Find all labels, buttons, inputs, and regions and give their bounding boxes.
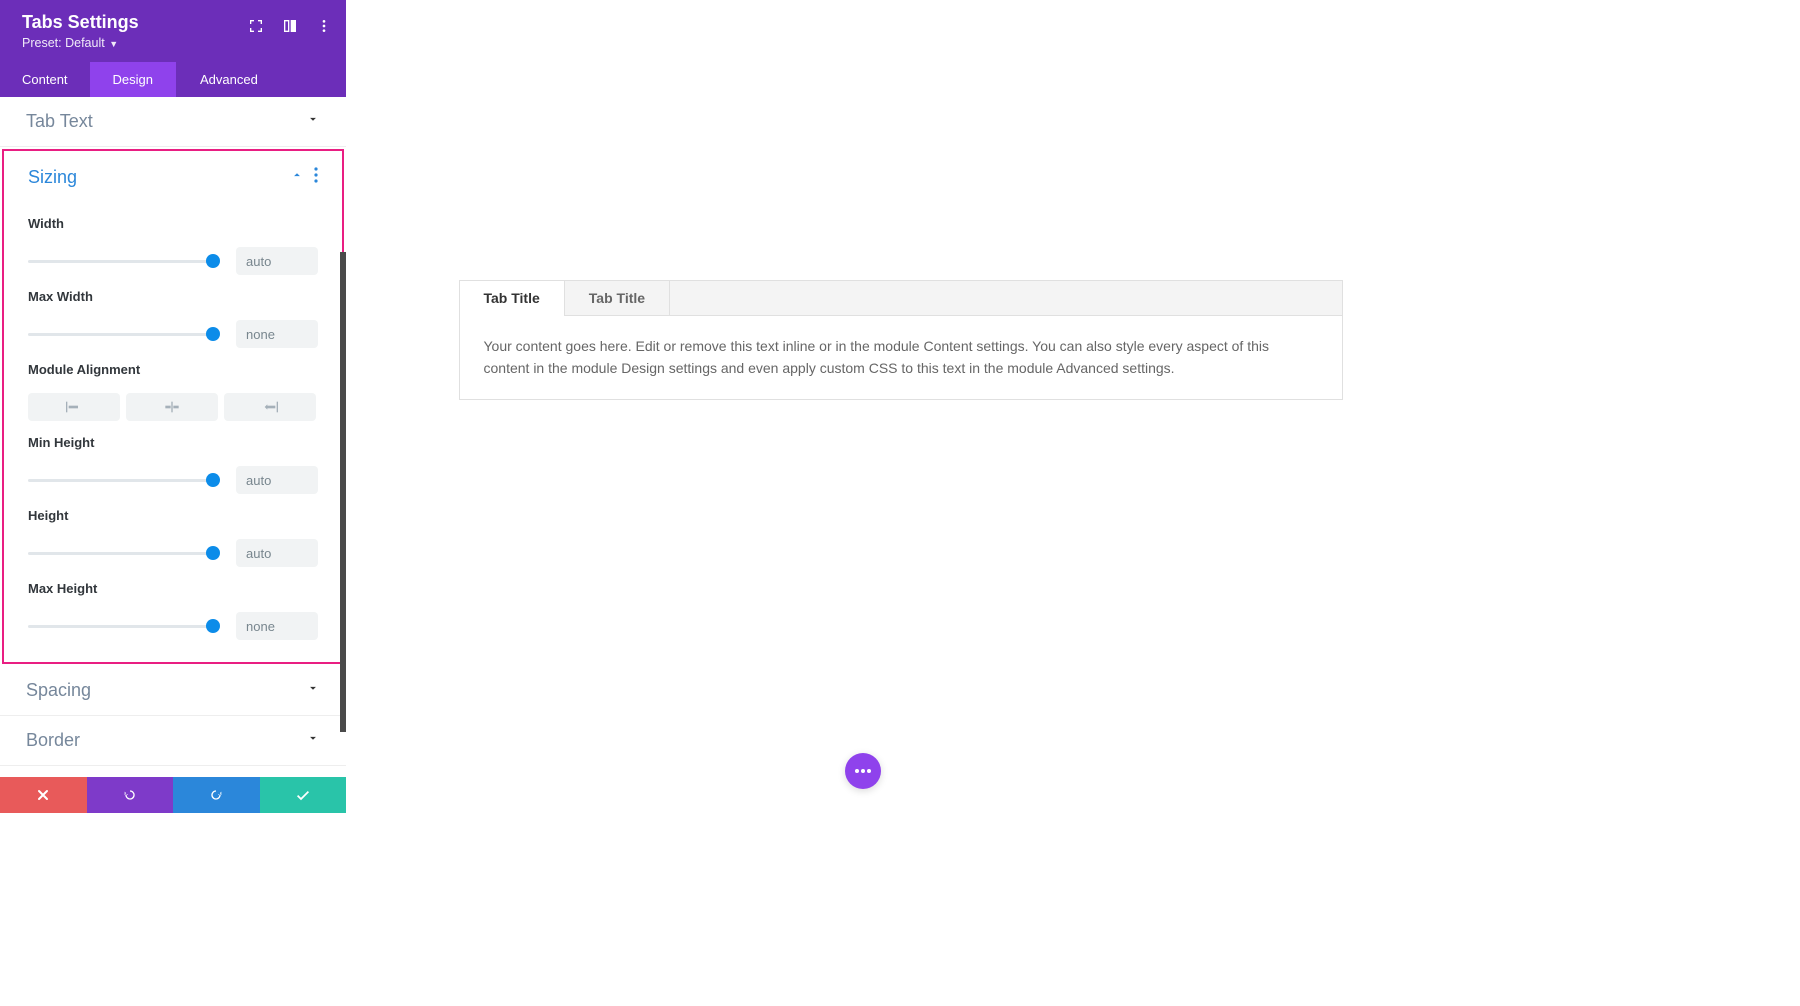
min-height-input[interactable]	[236, 466, 318, 494]
width-input[interactable]	[236, 247, 318, 275]
height-slider[interactable]	[28, 545, 214, 561]
panel-header: Tabs Settings Preset: Default ▼	[0, 0, 346, 62]
fab-more-button[interactable]	[845, 753, 881, 789]
max-height-slider[interactable]	[28, 618, 214, 634]
settings-panel: Tabs Settings Preset: Default ▼ Content …	[0, 0, 346, 813]
tab-design[interactable]: Design	[90, 62, 176, 97]
tabs-module: Tab Title Tab Title Your content goes he…	[459, 280, 1343, 400]
align-left-button[interactable]	[28, 393, 120, 421]
undo-button[interactable]	[87, 777, 174, 813]
align-center-button[interactable]	[126, 393, 218, 421]
preview-tab-2[interactable]: Tab Title	[565, 281, 670, 315]
control-width: Width	[28, 216, 318, 275]
chevron-down-icon	[306, 681, 320, 700]
max-width-slider[interactable]	[28, 326, 214, 342]
min-height-slider[interactable]	[28, 472, 214, 488]
preview-tab-1[interactable]: Tab Title	[460, 281, 565, 315]
control-min-height: Min Height	[28, 435, 318, 494]
control-max-height: Max Height	[28, 581, 318, 640]
tabs-nav: Tab Title Tab Title	[460, 281, 1342, 316]
height-input[interactable]	[236, 539, 318, 567]
caret-down-icon: ▼	[109, 39, 118, 49]
accordion-box-shadow[interactable]: Box Shadow	[0, 766, 346, 777]
control-max-width: Max Width	[28, 289, 318, 348]
panel-tabbar: Content Design Advanced	[0, 62, 346, 97]
slider-thumb[interactable]	[206, 473, 220, 487]
control-height: Height	[28, 508, 318, 567]
more-icon[interactable]	[316, 18, 332, 39]
slider-thumb[interactable]	[206, 546, 220, 560]
accordion-border[interactable]: Border	[0, 716, 346, 766]
section-more-icon[interactable]	[314, 167, 318, 188]
accordion-tab-text[interactable]: Tab Text	[0, 97, 346, 147]
tabs-content[interactable]: Your content goes here. Edit or remove t…	[460, 316, 1342, 399]
tab-advanced[interactable]: Advanced	[176, 62, 282, 97]
redo-button[interactable]	[173, 777, 260, 813]
chevron-down-icon	[306, 731, 320, 750]
expand-icon[interactable]	[248, 18, 264, 39]
accordion-spacing[interactable]: Spacing	[0, 666, 346, 716]
tab-content[interactable]: Content	[0, 62, 90, 97]
panel-footer	[0, 777, 346, 813]
accordion-sizing: Sizing Width	[2, 149, 344, 664]
cancel-button[interactable]	[0, 777, 87, 813]
slider-thumb[interactable]	[206, 619, 220, 633]
align-right-button[interactable]	[224, 393, 316, 421]
width-slider[interactable]	[28, 253, 214, 269]
columns-icon[interactable]	[282, 18, 298, 39]
slider-thumb[interactable]	[206, 327, 220, 341]
max-height-input[interactable]	[236, 612, 318, 640]
chevron-up-icon	[290, 168, 304, 187]
panel-body[interactable]: Tab Text Sizing Width	[0, 97, 346, 777]
save-button[interactable]	[260, 777, 347, 813]
max-width-input[interactable]	[236, 320, 318, 348]
slider-thumb[interactable]	[206, 254, 220, 268]
control-alignment: Module Alignment	[28, 362, 318, 421]
preview-canvas: Tab Title Tab Title Your content goes he…	[346, 0, 1455, 813]
chevron-down-icon	[306, 112, 320, 131]
